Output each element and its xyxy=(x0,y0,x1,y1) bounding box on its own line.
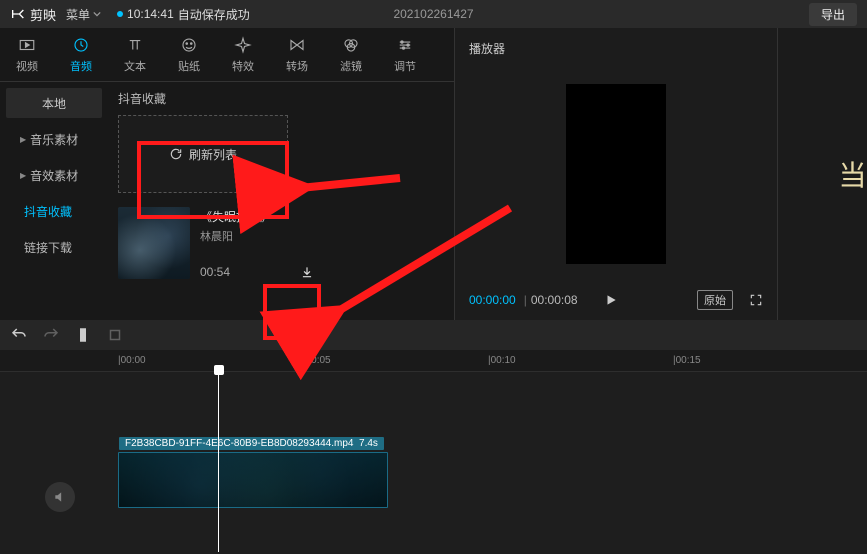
ruler-mark: |00:10 xyxy=(488,355,516,366)
timecode-total: 00:00:08 xyxy=(531,293,578,307)
timeline-toolbar xyxy=(0,320,867,350)
playhead[interactable] xyxy=(218,372,219,552)
tab-effect[interactable]: 特效 xyxy=(216,36,270,74)
video-frame xyxy=(566,84,666,264)
redo-icon xyxy=(42,326,60,344)
audio-cover xyxy=(118,207,190,279)
adjust-icon xyxy=(396,36,414,54)
audio-list-item[interactable]: 《失眠播报》 林晨阳 00:54 xyxy=(118,207,418,279)
tab-filter[interactable]: 滤镜 xyxy=(324,36,378,74)
video-clip[interactable]: F2B38CBD-91FF-4E6C-80B9-EB8D08293444.mp4… xyxy=(118,452,388,508)
logo-icon xyxy=(10,6,26,22)
timeline-panel: |00:00 |00:05 |00:10 |00:15 F2B38CBD-91F… xyxy=(0,320,867,554)
timeline-ruler[interactable]: |00:00 |00:05 |00:10 |00:15 xyxy=(0,350,867,372)
sub-item-music[interactable]: ▶音乐素材 xyxy=(6,124,102,154)
aspect-ratio-button[interactable]: 原始 xyxy=(697,290,733,310)
project-name: 202102261427 xyxy=(393,7,473,21)
autosave-status: 10:14:41 自动保存成功 xyxy=(117,6,250,23)
top-bar: 剪映 菜单 10:14:41 自动保存成功 202102261427 导出 xyxy=(0,0,867,28)
category-tabs: 视频 音频 文本 贴纸 特效 xyxy=(0,28,454,82)
menu-dropdown[interactable]: 菜单 xyxy=(66,6,101,23)
player-title: 播放器 xyxy=(469,40,763,57)
mute-button[interactable] xyxy=(45,482,75,512)
timecode-current: 00:00:00 xyxy=(469,293,516,307)
track-header xyxy=(20,372,100,552)
fullscreen-icon[interactable] xyxy=(749,293,763,307)
effect-icon xyxy=(234,36,252,54)
sub-item-douyin-fav[interactable]: 抖音收藏 xyxy=(6,196,102,226)
status-dot-icon xyxy=(117,11,123,17)
refresh-list-button[interactable]: 刷新列表 xyxy=(118,115,288,193)
tab-audio[interactable]: 音频 xyxy=(54,36,108,74)
section-title: 抖音收藏 xyxy=(118,90,442,107)
tab-text[interactable]: 文本 xyxy=(108,36,162,74)
play-icon[interactable] xyxy=(604,293,618,307)
tab-adjust[interactable]: 调节 xyxy=(378,36,432,74)
text-icon xyxy=(126,36,144,54)
split-icon[interactable] xyxy=(74,326,92,344)
track-title: 《失眠播报》 xyxy=(200,208,314,225)
refresh-icon xyxy=(169,147,183,161)
app-logo: 剪映 xyxy=(10,5,56,24)
media-panel: 视频 音频 文本 贴纸 特效 xyxy=(0,28,455,320)
track-duration: 00:54 xyxy=(200,265,230,279)
video-icon xyxy=(18,36,36,54)
right-side-panel: 当 xyxy=(777,28,867,320)
side-char: 当 xyxy=(838,154,866,194)
undo-icon[interactable] xyxy=(10,326,28,344)
ruler-mark: |00:15 xyxy=(673,355,701,366)
sticker-icon xyxy=(180,36,198,54)
crop-icon xyxy=(106,326,124,344)
content-area: 抖音收藏 刷新列表 《失眠播报》 林晨阳 00:54 xyxy=(108,82,454,320)
filter-icon xyxy=(342,36,360,54)
player-viewport[interactable] xyxy=(469,63,763,284)
player-panel: 播放器 00:00:00 | 00:00:08 原始 xyxy=(455,28,777,320)
triangle-right-icon: ▶ xyxy=(20,135,26,144)
track-artist: 林晨阳 xyxy=(200,228,314,244)
sub-item-link-download[interactable]: 链接下载 xyxy=(6,232,102,262)
ruler-mark: |00:00 xyxy=(118,355,146,366)
timeline-tracks[interactable]: F2B38CBD-91FF-4E6C-80B9-EB8D08293444.mp4… xyxy=(100,372,867,552)
clip-label: F2B38CBD-91FF-4E6C-80B9-EB8D08293444.mp4… xyxy=(119,437,384,450)
transition-icon xyxy=(288,36,306,54)
player-controls: 00:00:00 | 00:00:08 原始 xyxy=(469,284,763,310)
tab-video[interactable]: 视频 xyxy=(0,36,54,74)
ruler-mark: |00:05 xyxy=(303,355,331,366)
app-name: 剪映 xyxy=(30,5,56,24)
download-icon[interactable] xyxy=(300,265,314,279)
speaker-icon xyxy=(53,490,67,504)
triangle-right-icon: ▶ xyxy=(20,171,26,180)
sub-item-sfx[interactable]: ▶音效素材 xyxy=(6,160,102,190)
chevron-down-icon xyxy=(93,10,101,18)
sub-nav: 本地 ▶音乐素材 ▶音效素材 抖音收藏 链接下载 xyxy=(0,82,108,320)
tab-sticker[interactable]: 贴纸 xyxy=(162,36,216,74)
audio-icon xyxy=(72,36,90,54)
sub-item-local[interactable]: 本地 xyxy=(6,88,102,118)
export-button[interactable]: 导出 xyxy=(809,3,857,26)
tab-transition[interactable]: 转场 xyxy=(270,36,324,74)
